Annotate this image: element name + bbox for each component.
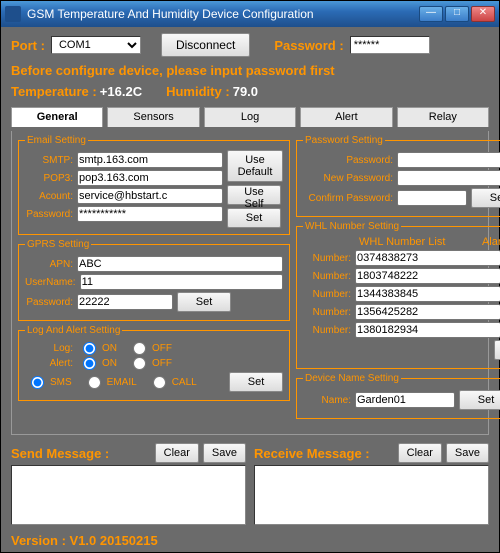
account-input[interactable] (77, 188, 223, 204)
sms-radio[interactable] (31, 376, 44, 389)
whl-alarm-hdr: Alarm Enable (482, 236, 500, 248)
temp-label: Temperature : (11, 84, 97, 99)
num2-label: Number: (303, 271, 351, 282)
whl-fieldset: WHL Number Setting WHL Number List Alarm … (296, 221, 500, 369)
num4-input[interactable] (355, 304, 500, 320)
email-fieldset: Email Setting SMTP: POP3: Acount: Passwo… (18, 135, 290, 235)
window-title: GSM Temperature And Humidity Device Conf… (27, 7, 419, 21)
recv-save-button[interactable]: Save (446, 443, 489, 463)
logalert-set-button[interactable]: Set (229, 372, 283, 392)
username-label: UserName: (25, 277, 76, 288)
log-label: Log: (25, 343, 73, 354)
send-clear-button[interactable]: Clear (155, 443, 199, 463)
confpwd-label: Confirm Password: (303, 193, 393, 204)
whl-list-hdr: WHL Number List (359, 236, 445, 248)
warning-text: Before configure device, please input pa… (11, 63, 489, 78)
tab-log[interactable]: Log (204, 107, 296, 127)
pwd-label: Password: (303, 155, 393, 166)
tab-sensors[interactable]: Sensors (107, 107, 199, 127)
hum-label: Humidity : (166, 84, 230, 99)
alert-off-radio[interactable] (133, 357, 146, 370)
tab-alert[interactable]: Alert (300, 107, 392, 127)
email-pwd-input[interactable] (77, 206, 223, 222)
devname-legend: Device Name Setting (303, 373, 401, 384)
send-save-button[interactable]: Save (203, 443, 246, 463)
num5-label: Number: (303, 325, 351, 336)
devname-fieldset: Device Name Setting Name: Set (296, 373, 500, 419)
pop3-label: POP3: (25, 173, 73, 184)
whl-set-button[interactable]: Set (494, 340, 500, 360)
maximize-button[interactable]: □ (445, 6, 469, 22)
password-label: Password : (274, 38, 343, 53)
gprs-legend: GPRS Setting (25, 239, 91, 250)
apn-input[interactable] (77, 256, 283, 272)
tab-relay[interactable]: Relay (397, 107, 489, 127)
use-self-button[interactable]: Use Self (227, 185, 281, 205)
recv-textarea[interactable] (254, 465, 489, 525)
confpwd-input[interactable] (397, 190, 467, 206)
gprs-pwd-label: Password: (25, 297, 73, 308)
apn-label: APN: (25, 259, 73, 270)
whl-legend: WHL Number Setting (303, 221, 401, 232)
logalert-fieldset: Log And Alert Setting Log: ON OFF Alert:… (18, 325, 290, 401)
port-label: Port : (11, 38, 45, 53)
num3-label: Number: (303, 289, 351, 300)
pwdset-fieldset: Password Setting Password: New Password:… (296, 135, 500, 217)
call-radio[interactable] (153, 376, 166, 389)
name-input[interactable] (355, 392, 455, 408)
gprs-set-button[interactable]: Set (177, 292, 231, 312)
recv-label: Receive Message : (254, 446, 370, 461)
disconnect-button[interactable]: Disconnect (161, 33, 250, 57)
gprs-fieldset: GPRS Setting APN: UserName: Password: Set (18, 239, 290, 321)
name-label: Name: (303, 395, 351, 406)
devname-set-button[interactable]: Set (459, 390, 500, 410)
recv-clear-button[interactable]: Clear (398, 443, 442, 463)
num4-label: Number: (303, 307, 351, 318)
close-button[interactable]: ✕ (471, 6, 495, 22)
log-off-radio[interactable] (133, 342, 146, 355)
newpwd-input[interactable] (397, 170, 500, 186)
username-input[interactable] (80, 274, 283, 290)
num2-input[interactable] (355, 268, 500, 284)
logalert-legend: Log And Alert Setting (25, 325, 122, 336)
version-label: Version : V1.0 20150215 (11, 533, 489, 548)
gprs-pwd-input[interactable] (77, 294, 173, 310)
email-legend: Email Setting (25, 135, 88, 146)
email-pwd-label: Password: (25, 209, 73, 220)
app-icon (5, 6, 21, 22)
alert-on-radio[interactable] (83, 357, 96, 370)
send-label: Send Message : (11, 446, 109, 461)
num5-input[interactable] (355, 322, 500, 338)
num1-input[interactable] (355, 250, 500, 266)
hum-value: 79.0 (233, 84, 258, 99)
email-radio[interactable] (88, 376, 101, 389)
account-label: Acount: (25, 191, 73, 202)
num1-label: Number: (303, 253, 351, 264)
titlebar: GSM Temperature And Humidity Device Conf… (1, 1, 499, 27)
log-on-radio[interactable] (83, 342, 96, 355)
pop3-input[interactable] (77, 170, 223, 186)
smtp-label: SMTP: (25, 155, 73, 166)
use-default-button[interactable]: Use Default (227, 150, 283, 182)
alert-label: Alert: (25, 358, 73, 369)
num3-input[interactable] (355, 286, 500, 302)
tab-general[interactable]: General (11, 107, 103, 127)
port-select[interactable]: COM1 (51, 36, 141, 54)
tab-strip: General Sensors Log Alert Relay (11, 107, 489, 127)
pwdset-legend: Password Setting (303, 135, 385, 146)
email-set-button[interactable]: Set (227, 208, 281, 228)
smtp-input[interactable] (77, 152, 223, 168)
temp-value: +16.2C (100, 84, 142, 99)
pwd-input[interactable] (397, 152, 500, 168)
app-window: GSM Temperature And Humidity Device Conf… (0, 0, 500, 553)
send-textarea[interactable] (11, 465, 246, 525)
newpwd-label: New Password: (303, 173, 393, 184)
password-input[interactable] (350, 36, 430, 54)
pwdset-set-button[interactable]: Set (471, 188, 500, 208)
minimize-button[interactable]: — (419, 6, 443, 22)
